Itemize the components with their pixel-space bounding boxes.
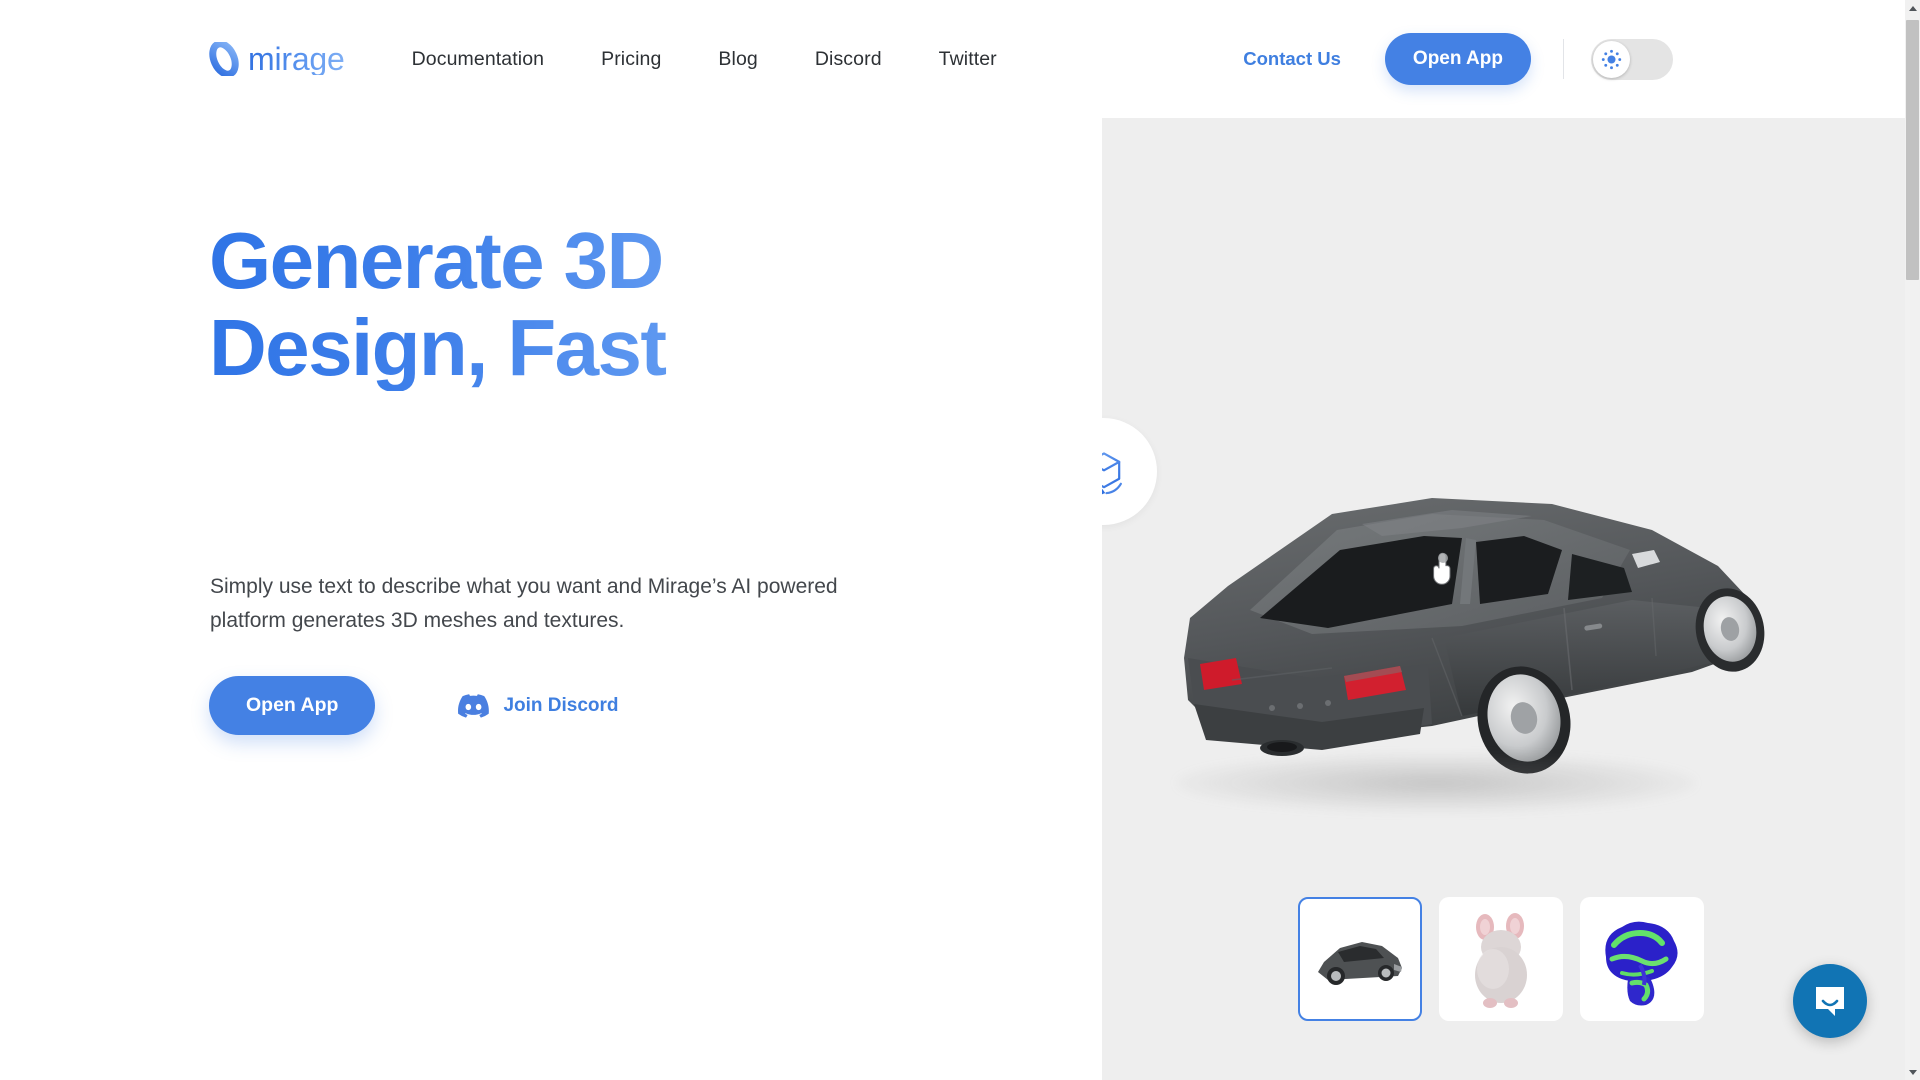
open-app-nav-button[interactable]: Open App <box>1384 33 1531 85</box>
brand-logo[interactable]: mirage <box>209 42 345 76</box>
theme-mode-toggle[interactable] <box>1591 38 1673 80</box>
model-shadow <box>1176 754 1696 812</box>
page-root: mirage Documentation Pricing Blog Discor… <box>0 0 1920 1080</box>
nav-link-twitter[interactable]: Twitter <box>939 48 997 71</box>
car-3d-model[interactable] <box>1132 458 1812 818</box>
thumbnail-mouse[interactable] <box>1439 897 1563 1021</box>
nav-actions: Contact Us Open App <box>1243 33 1673 85</box>
top-navbar: mirage Documentation Pricing Blog Discor… <box>0 0 1905 118</box>
discord-icon <box>458 693 490 718</box>
scroll-down-arrow-button[interactable] <box>1905 1064 1920 1080</box>
nav-link-blog[interactable]: Blog <box>718 48 757 71</box>
nav-link-discord[interactable]: Discord <box>815 48 882 71</box>
hero-cta-row: Open App Join Discord <box>209 676 619 735</box>
contact-us-link[interactable]: Contact Us <box>1243 48 1341 70</box>
hero-section: Generate 3D Design, Fast Simply use text… <box>0 118 1102 1080</box>
page-title: Generate 3D Design, Fast <box>209 217 929 391</box>
nav-links: Documentation Pricing Blog Discord Twitt… <box>412 48 997 71</box>
nav-link-documentation[interactable]: Documentation <box>412 48 544 71</box>
headline-line-2: Design, Fast <box>209 303 666 393</box>
rotate-3d-cube-icon <box>1102 451 1122 494</box>
thumbnail-car[interactable] <box>1298 897 1422 1021</box>
car-thumbnail-icon <box>1318 942 1402 985</box>
nav-link-pricing[interactable]: Pricing <box>601 48 661 71</box>
sun-icon <box>1601 49 1622 69</box>
scrollbar-thumb[interactable] <box>1906 20 1919 280</box>
model-thumbnail-strip <box>1298 897 1704 1021</box>
brain-thumbnail-icon <box>1605 921 1678 1006</box>
join-discord-label: Join Discord <box>503 694 619 716</box>
hero-subtitle: Simply use text to describe what you wan… <box>210 575 838 633</box>
nav-divider <box>1563 39 1564 79</box>
scroll-up-arrow-button[interactable] <box>1905 0 1920 16</box>
scroll-up-arrow-icon <box>1908 5 1917 11</box>
mouse-thumbnail-icon <box>1475 913 1527 1008</box>
theme-toggle-knob <box>1593 40 1630 78</box>
headline-line-1: Generate 3D <box>209 216 663 305</box>
model-viewer-panel[interactable] <box>1102 118 1905 1080</box>
scroll-down-arrow-icon <box>1908 1069 1917 1075</box>
brand-name: mirage <box>248 41 345 77</box>
open-app-hero-button[interactable]: Open App <box>209 676 376 735</box>
thumbnail-brain[interactable] <box>1580 897 1704 1021</box>
join-discord-link[interactable]: Join Discord <box>458 693 619 718</box>
chat-widget-button[interactable] <box>1793 964 1867 1038</box>
mirage-ring-logo-icon <box>209 42 239 76</box>
intercom-chat-bubble-icon <box>1816 987 1844 1016</box>
page-scrollbar[interactable] <box>1905 0 1920 1080</box>
